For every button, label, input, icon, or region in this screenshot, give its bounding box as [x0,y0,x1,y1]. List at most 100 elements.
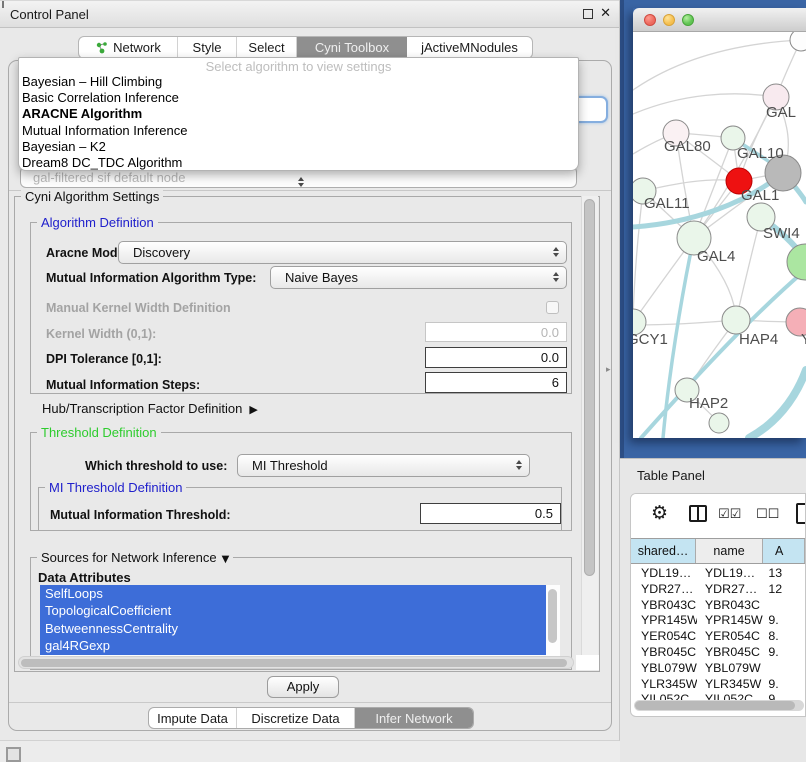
table-row[interactable]: YBL079WYBL079W [631,661,805,677]
window-minimize-icon[interactable] [663,14,675,26]
data-attributes-list: SelfLoopsTopologicalCoefficientBetweenne… [40,585,560,656]
panel-collapse-icon[interactable] [6,747,21,762]
mi-algorithm-type-combo[interactable]: Naive Bayes [270,266,567,289]
close-icon[interactable]: ✕ [600,6,611,21]
algorithm-option-basic-correlation-inference[interactable]: Basic Correlation Inference [19,90,578,106]
tab-label: Cyni Toolbox [315,40,389,55]
table-cell: YDL19… [697,566,764,582]
tab-jactivemnodules[interactable]: jActiveMNodules [407,37,532,58]
table-cell: YER054C [697,629,764,645]
network-edge [633,40,801,90]
node-small-bottom[interactable] [709,413,729,433]
gear-icon[interactable]: ⚙ [651,502,668,524]
split-columns-icon[interactable] [689,505,707,522]
sources-title[interactable]: Sources for Network Inference ▼ [37,550,233,565]
mi-threshold-label: Mutual Information Threshold: [50,508,231,522]
page-icon[interactable] [796,503,806,524]
unchecked-boxes-icon[interactable]: ☐☐ [756,507,779,522]
node-swi4-label: SWI4 [763,225,800,242]
algorithm-option-mutual-information-inference[interactable]: Mutual Information Inference [19,123,578,139]
kernel-width-field[interactable]: 0.0 [425,322,567,342]
desktop-edge-shadow [620,0,624,458]
table-cell: 13 [764,566,805,582]
screen: Control Panel ✕ ▸ Network Style Select Cyni… [0,0,806,762]
control-panel-titlebar: Control Panel ✕ [0,0,619,28]
attr-list-scrollbar[interactable] [548,589,557,643]
attribute-item-selfloops[interactable]: SelfLoops [40,585,546,602]
node-green-right[interactable] [787,244,806,280]
node-hap4-label: HAP4 [739,331,778,348]
algorithm-option-dream8-dc-tdc-algorithm[interactable]: Dream8 DC_TDC Algorithm [19,155,578,171]
table-horizontal-scrollbar[interactable] [634,700,804,711]
node-hap4[interactable] [722,306,750,334]
algorithm-option-bayesian-hill-climbing[interactable]: Bayesian – Hill Climbing [19,74,578,90]
tab-impute-data[interactable]: Impute Data [149,708,237,728]
table-panel-title: Table Panel [637,468,705,483]
apply-button[interactable]: Apply [267,676,339,698]
aracne-mode-label: Aracne Mode: [46,246,129,260]
table-cell: YLR345W [631,677,697,693]
attribute-item-betweennesscentrality[interactable]: BetweennessCentrality [40,620,546,637]
expanded-arrow-icon: ▼ [222,554,230,565]
sources-title-text: Sources for Network Inference [41,550,217,565]
network-window-titlebar[interactable] [633,8,806,32]
pane-resize-handle[interactable]: ▸ [606,365,611,375]
tab-label: Style [193,40,222,55]
algorithm-popup-placeholder: Select algorithm to view settings [19,58,578,74]
hub-section-toggle[interactable]: Hub/Transcription Factor Definition▶ [42,401,258,416]
table-row[interactable]: YBR043CYBR043C [631,598,805,614]
table-panel: Table Panel ⚙ ☑☑ ☐☐ shared…nameA YDL19…Y… [620,458,806,762]
corner-tick [2,1,4,8]
which-threshold-combo[interactable]: MI Threshold [237,454,530,477]
table-row[interactable]: YDL19…YDL19…13 [631,566,805,582]
tab-label: Network [113,40,161,55]
aracne-mode-combo[interactable]: Discovery [118,241,567,264]
float-window-icon[interactable] [583,9,593,19]
tab-select[interactable]: Select [237,37,297,58]
mi-threshold-definition-title: MI Threshold Definition [45,480,186,495]
node-gal1-label: GAL1 [741,187,779,204]
node-top-partial[interactable] [790,32,806,51]
tab-network[interactable]: Network [79,37,178,58]
settings-horizontal-scrollbar[interactable] [18,656,574,669]
tab-discretize-data[interactable]: Discretize Data [237,708,355,728]
dpi-tolerance-field[interactable]: 0.0 [425,347,567,368]
table-row[interactable]: YLR345WYLR345W9. [631,677,805,693]
tab-infer-network[interactable]: Infer Network [355,708,473,728]
settings-vertical-scrollbar-thumb[interactable] [584,199,595,576]
settings-vertical-scrollbar[interactable] [581,196,598,670]
table-row[interactable]: YBR045CYBR045C9. [631,645,805,661]
settings-horizontal-scrollbar-thumb[interactable] [21,659,567,667]
node-gal4-label: GAL4 [697,248,735,265]
node-gcy1-label: GCY1 [633,331,668,348]
table-horizontal-scrollbar-thumb[interactable] [635,701,795,710]
algorithm-option-bayesian-k2[interactable]: Bayesian – K2 [19,139,578,155]
table-row[interactable]: YDR27…YDR27…12 [631,582,805,598]
attribute-item-gal4rgexp[interactable]: gal4RGexp [40,637,546,654]
algorithm-dropdown-popup: Select algorithm to view settings Bayesi… [18,57,579,171]
combo-stepper-icon [553,247,559,257]
table-cell: YDR27… [631,582,697,598]
table-cell [764,661,805,677]
network-canvas[interactable]: GALGAL80GAL10GAL1GAL11SWI4GAL4GCY1HAP4YH… [633,32,806,438]
algorithm-option-aracne-algorithm[interactable]: ARACNE Algorithm [19,106,578,122]
table-row[interactable]: YPR145WYPR145W9. [631,613,805,629]
mi-threshold-field[interactable]: 0.5 [420,503,561,524]
tab-style[interactable]: Style [178,37,237,58]
table-cell: YDL19… [631,566,697,582]
mi-steps-field[interactable]: 6 [425,372,567,393]
window-zoom-icon[interactable] [682,14,694,26]
column-header-a[interactable]: A [763,539,805,563]
table-row[interactable]: YER054CYER054C8. [631,629,805,645]
manual-kernel-width-checkbox[interactable] [546,301,559,314]
column-header-name[interactable]: name [696,539,763,563]
column-header-shared[interactable]: shared… [631,539,696,563]
attribute-item-topologicalcoefficient[interactable]: TopologicalCoefficient [40,602,546,619]
tab-cyni-toolbox[interactable]: Cyni Toolbox [297,37,407,58]
network-edge [749,370,806,438]
network-edge [643,180,739,191]
mi-algorithm-type-label: Mutual Information Algorithm Type: [46,271,256,285]
dpi-tolerance-label: DPI Tolerance [0,1]: [46,352,162,366]
checked-boxes-icon[interactable]: ☑☑ [718,507,741,522]
window-close-icon[interactable] [644,14,656,26]
